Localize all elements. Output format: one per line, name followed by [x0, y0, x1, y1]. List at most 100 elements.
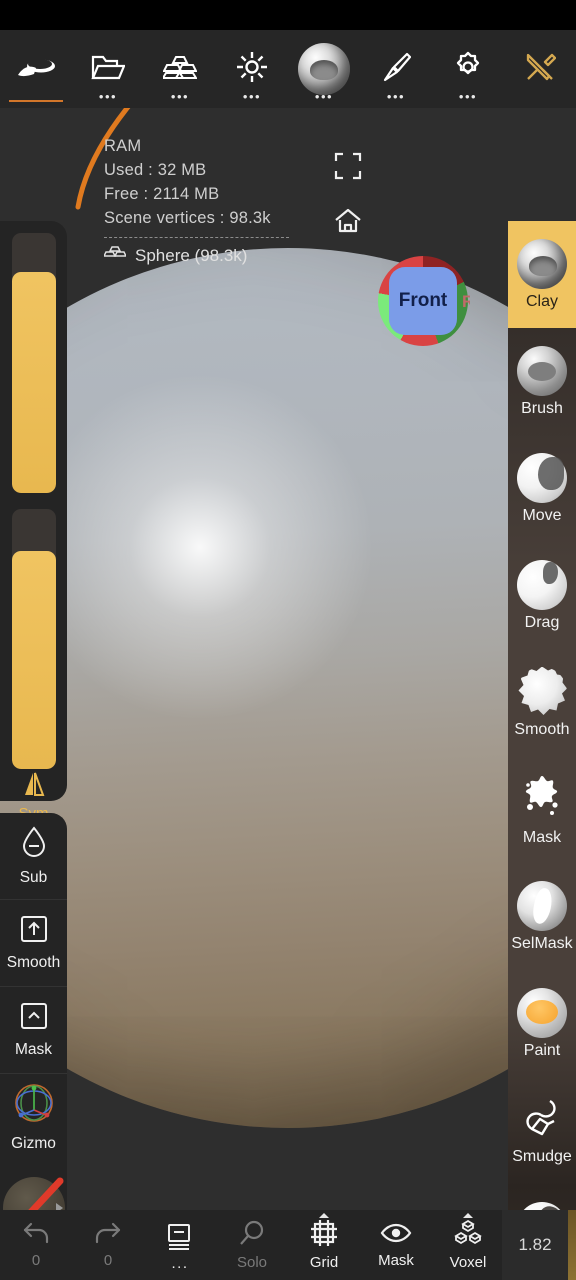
topbar-item-material[interactable]: ••• — [288, 30, 360, 108]
topbar-item-brush[interactable]: ••• — [360, 30, 432, 108]
scene-vertices: Scene vertices : 98.3k — [104, 209, 271, 227]
left-slider-panel: Sym — [0, 221, 67, 822]
navcube-side-label: R — [462, 292, 470, 311]
object-name: Sphere (98.3k) — [135, 246, 248, 265]
radius-slider-fill — [12, 272, 56, 493]
sculpt-icon — [16, 54, 56, 85]
disabled-slash-icon — [28, 1177, 64, 1210]
ram-label: RAM — [104, 137, 142, 155]
voxel-icon — [453, 1219, 483, 1252]
voxel-label: Voxel — [449, 1254, 487, 1271]
tool-flatten[interactable]: Flatten — [508, 1184, 576, 1210]
topbar-item-settings[interactable]: ••• — [432, 30, 504, 108]
gizmo-button[interactable]: Gizmo — [0, 1074, 67, 1161]
viewport-canvas[interactable]: RAM Used : 32 MB Free : 2114 MB Scene ve… — [0, 108, 576, 1210]
tool-label: Move — [522, 506, 562, 524]
layers-dots: ... — [171, 1254, 189, 1272]
mask-button[interactable]: Mask — [0, 987, 67, 1074]
tool-label: Clay — [525, 292, 558, 310]
topbar-dots: ••• — [458, 89, 478, 104]
mask-label: Mask — [378, 1252, 414, 1269]
topbar-dots: ••• — [242, 89, 262, 104]
solo-button[interactable]: Solo — [216, 1210, 288, 1280]
sub-button[interactable]: Sub — [0, 813, 67, 900]
flatten-brush-icon — [517, 1201, 567, 1210]
chevron-up-box-icon — [20, 1002, 48, 1035]
tool-label: Brush — [521, 399, 563, 417]
caret-up-icon — [319, 1213, 329, 1218]
grid-icon — [310, 1219, 338, 1252]
eye-icon — [380, 1221, 412, 1250]
tool-label: Paint — [523, 1041, 561, 1059]
voxel-button[interactable]: Voxel — [432, 1210, 504, 1280]
sub-label: Sub — [19, 868, 48, 886]
tool-paint[interactable]: Paint — [508, 970, 576, 1077]
intensity-slider-fill — [12, 550, 56, 769]
active-tab-underline — [9, 100, 63, 102]
intensity-slider[interactable] — [12, 509, 56, 769]
tool-brush[interactable]: Brush — [508, 328, 576, 435]
grid-label: Grid — [309, 1254, 339, 1271]
folder-icon — [91, 53, 126, 86]
topbar-item-layers[interactable]: ••• — [144, 30, 216, 108]
topbar-dots: ••• — [170, 89, 190, 104]
layers-stack-icon — [161, 54, 198, 85]
layers-button[interactable]: ... — [144, 1210, 216, 1280]
undo-icon — [22, 1221, 50, 1250]
radius-slider[interactable] — [12, 233, 56, 493]
topbar-item-tools[interactable] — [504, 30, 576, 108]
mask-splatter-icon — [518, 772, 566, 825]
paint-brush-icon — [517, 987, 567, 1038]
standard-brush-icon — [517, 345, 567, 396]
clay-brush-icon — [517, 238, 567, 289]
material-sphere-icon — [298, 43, 350, 95]
tool-label: Smooth — [514, 720, 570, 738]
navigation-cube[interactable]: Front — [378, 256, 468, 346]
object-list-item[interactable]: Sphere (98.3k) — [102, 244, 289, 268]
tool-mask[interactable]: Mask — [508, 756, 576, 863]
gizmo-label: Gizmo — [11, 1135, 56, 1152]
redo-icon — [94, 1221, 122, 1250]
undo-button[interactable]: 0 — [0, 1210, 72, 1280]
mesh-icon — [102, 244, 128, 268]
ram-used: Used : 32 MB — [104, 161, 207, 179]
info-divider — [104, 237, 289, 238]
ram-free: Free : 2114 MB — [104, 185, 220, 203]
gizmo-axes-icon — [13, 1082, 55, 1129]
topbar-dots: ••• — [314, 89, 334, 104]
smooth-button[interactable]: Smooth — [0, 900, 67, 987]
topbar-item-light[interactable]: ••• — [216, 30, 288, 108]
tool-drag[interactable]: Drag — [508, 542, 576, 649]
redo-count: 0 — [103, 1252, 113, 1269]
topbar-item-sculpt[interactable] — [0, 30, 72, 108]
arrow-up-box-icon — [20, 915, 48, 948]
tool-label: SelMask — [511, 934, 573, 952]
topbar-item-folder[interactable]: ••• — [72, 30, 144, 108]
tool-move[interactable]: Move — [508, 435, 576, 542]
grid-button[interactable]: Grid — [288, 1210, 360, 1280]
material-swatch-button[interactable] — [0, 1168, 67, 1210]
left-action-panel: Sub Smooth Mask Gizmo — [0, 813, 67, 1210]
drag-brush-icon — [517, 559, 567, 610]
redo-button[interactable]: 0 — [72, 1210, 144, 1280]
topbar-dots: ••• — [386, 89, 406, 104]
smudge-icon — [520, 1095, 564, 1144]
layers-icon — [167, 1223, 193, 1258]
sculpt-mesh-sphere[interactable] — [0, 248, 576, 1128]
mask-label: Mask — [14, 1040, 53, 1058]
move-brush-icon — [517, 452, 567, 503]
tool-smooth[interactable]: Smooth — [508, 649, 576, 756]
tool-selmask[interactable]: SelMask — [508, 863, 576, 970]
smooth-brush-icon — [518, 666, 567, 715]
expand-arrow-icon — [56, 1203, 63, 1210]
mask-visibility-button[interactable]: Mask — [360, 1210, 432, 1280]
fullscreen-button[interactable] — [334, 152, 362, 185]
tool-smudge[interactable]: Smudge — [508, 1077, 576, 1184]
version-label: 1.82 — [502, 1210, 568, 1280]
droplet-minus-icon — [20, 825, 48, 863]
topbar-dots: ••• — [98, 89, 118, 104]
solo-label: Solo — [236, 1254, 268, 1271]
home-button[interactable] — [334, 208, 362, 239]
tool-clay[interactable]: Clay — [508, 221, 576, 328]
settings-gear-icon — [452, 51, 484, 88]
